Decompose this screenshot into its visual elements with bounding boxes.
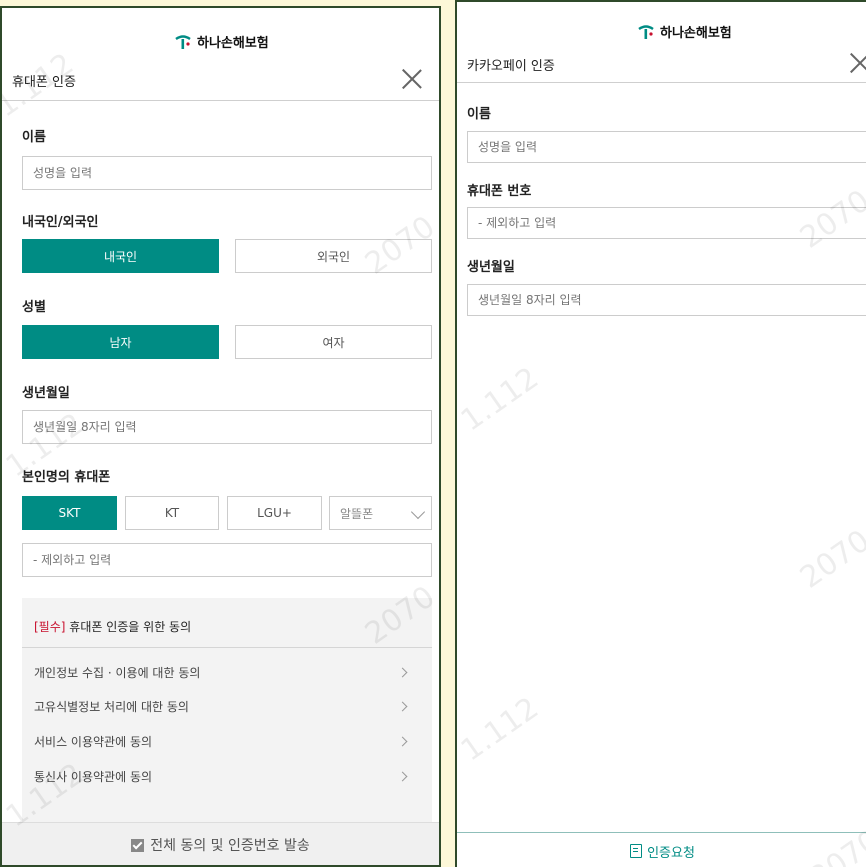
- brand-name: 하나손해보험: [660, 26, 732, 41]
- header-divider: [2, 100, 439, 101]
- watermark: 1.112: [455, 690, 546, 769]
- agree-all-label: 전체 동의 및 인증번호 발송: [150, 838, 310, 854]
- name-label: 이름: [467, 107, 491, 122]
- consent-item-unique-id[interactable]: 고유식별정보 처리에 대한 동의: [34, 696, 420, 716]
- phone-input[interactable]: [467, 207, 866, 239]
- birth-input[interactable]: [467, 284, 866, 316]
- page-title: 휴대폰 인증: [12, 75, 76, 90]
- phone-label: 본인명의 휴대폰: [22, 470, 111, 485]
- consent-item-label: 통신사 이용약관에 동의: [34, 769, 153, 784]
- domestic-button[interactable]: 내국인: [22, 239, 219, 273]
- phone-input[interactable]: [22, 543, 432, 577]
- page-title: 카카오페이 인증: [467, 59, 555, 74]
- watermark: 1.112: [455, 360, 546, 439]
- name-input[interactable]: [467, 131, 866, 163]
- male-button[interactable]: 남자: [22, 325, 219, 359]
- consent-title: [필수] 휴대폰 인증을 위한 동의: [34, 618, 191, 635]
- consent-item-label: 서비스 이용약관에 동의: [34, 734, 153, 749]
- hana-logo-icon: [637, 23, 655, 41]
- chevron-right-icon: [397, 736, 408, 746]
- nationality-label: 내국인/외국인: [22, 215, 99, 230]
- screenshot-root: 하나손해보험 휴대폰 인증 이름 내국인/외국인 내국인 외국인 성별 남자 여…: [0, 0, 866, 867]
- consent-box: [필수] 휴대폰 인증을 위한 동의 개인정보 수집 · 이용에 대한 동의 고…: [22, 598, 432, 824]
- chevron-down-icon: [410, 504, 426, 520]
- birth-input[interactable]: [22, 410, 432, 444]
- document-icon: [630, 844, 643, 858]
- request-auth-label: 인증요청: [647, 845, 695, 861]
- header-divider: [457, 82, 866, 83]
- birth-label: 생년월일: [22, 386, 70, 401]
- chevron-right-icon: [397, 771, 408, 781]
- kakaopay-auth-panel: 하나손해보험 카카오페이 인증 이름 휴대폰 번호 생년월일 인증요청 2070…: [455, 0, 866, 867]
- phone-label: 휴대폰 번호: [467, 184, 532, 199]
- mvno-select[interactable]: 알뜰폰: [329, 496, 432, 530]
- consent-item-service-terms[interactable]: 서비스 이용약관에 동의: [34, 731, 420, 751]
- gender-label: 성별: [22, 300, 46, 315]
- brand-logo: 하나손해보험: [637, 22, 732, 41]
- female-button[interactable]: 여자: [235, 325, 432, 359]
- consent-title-text: 휴대폰 인증을 위한 동의: [69, 620, 192, 634]
- consent-item-label: 고유식별정보 처리에 대한 동의: [34, 699, 189, 714]
- required-tag: [필수]: [34, 620, 66, 634]
- brand-logo: 하나손해보험: [174, 32, 269, 51]
- birth-label: 생년월일: [467, 260, 515, 275]
- consent-divider: [22, 647, 432, 648]
- watermark: 2070: [793, 523, 866, 596]
- chevron-right-icon: [397, 701, 408, 711]
- consent-item-label: 개인정보 수집 · 이용에 대한 동의: [34, 665, 201, 680]
- close-icon[interactable]: [849, 52, 866, 74]
- checkbox-icon: [131, 838, 145, 852]
- carrier-kt-button[interactable]: KT: [125, 496, 219, 530]
- carrier-lgu-button[interactable]: LGU+: [227, 496, 322, 530]
- name-label: 이름: [22, 130, 46, 145]
- hana-logo-icon: [174, 33, 192, 51]
- carrier-skt-button[interactable]: SKT: [22, 496, 117, 530]
- chevron-right-icon: [397, 667, 408, 677]
- request-auth-button[interactable]: 인증요청: [457, 832, 866, 867]
- agree-all-button[interactable]: 전체 동의 및 인증번호 발송: [2, 822, 439, 865]
- mvno-select-value: 알뜰폰: [340, 506, 374, 521]
- close-icon[interactable]: [401, 68, 423, 90]
- phone-auth-panel: 하나손해보험 휴대폰 인증 이름 내국인/외국인 내국인 외국인 성별 남자 여…: [0, 6, 441, 867]
- foreigner-button[interactable]: 외국인: [235, 239, 432, 273]
- name-input[interactable]: [22, 156, 432, 190]
- brand-name: 하나손해보험: [197, 36, 269, 51]
- consent-item-privacy[interactable]: 개인정보 수집 · 이용에 대한 동의: [34, 662, 420, 682]
- consent-item-carrier-terms[interactable]: 통신사 이용약관에 동의: [34, 766, 420, 786]
